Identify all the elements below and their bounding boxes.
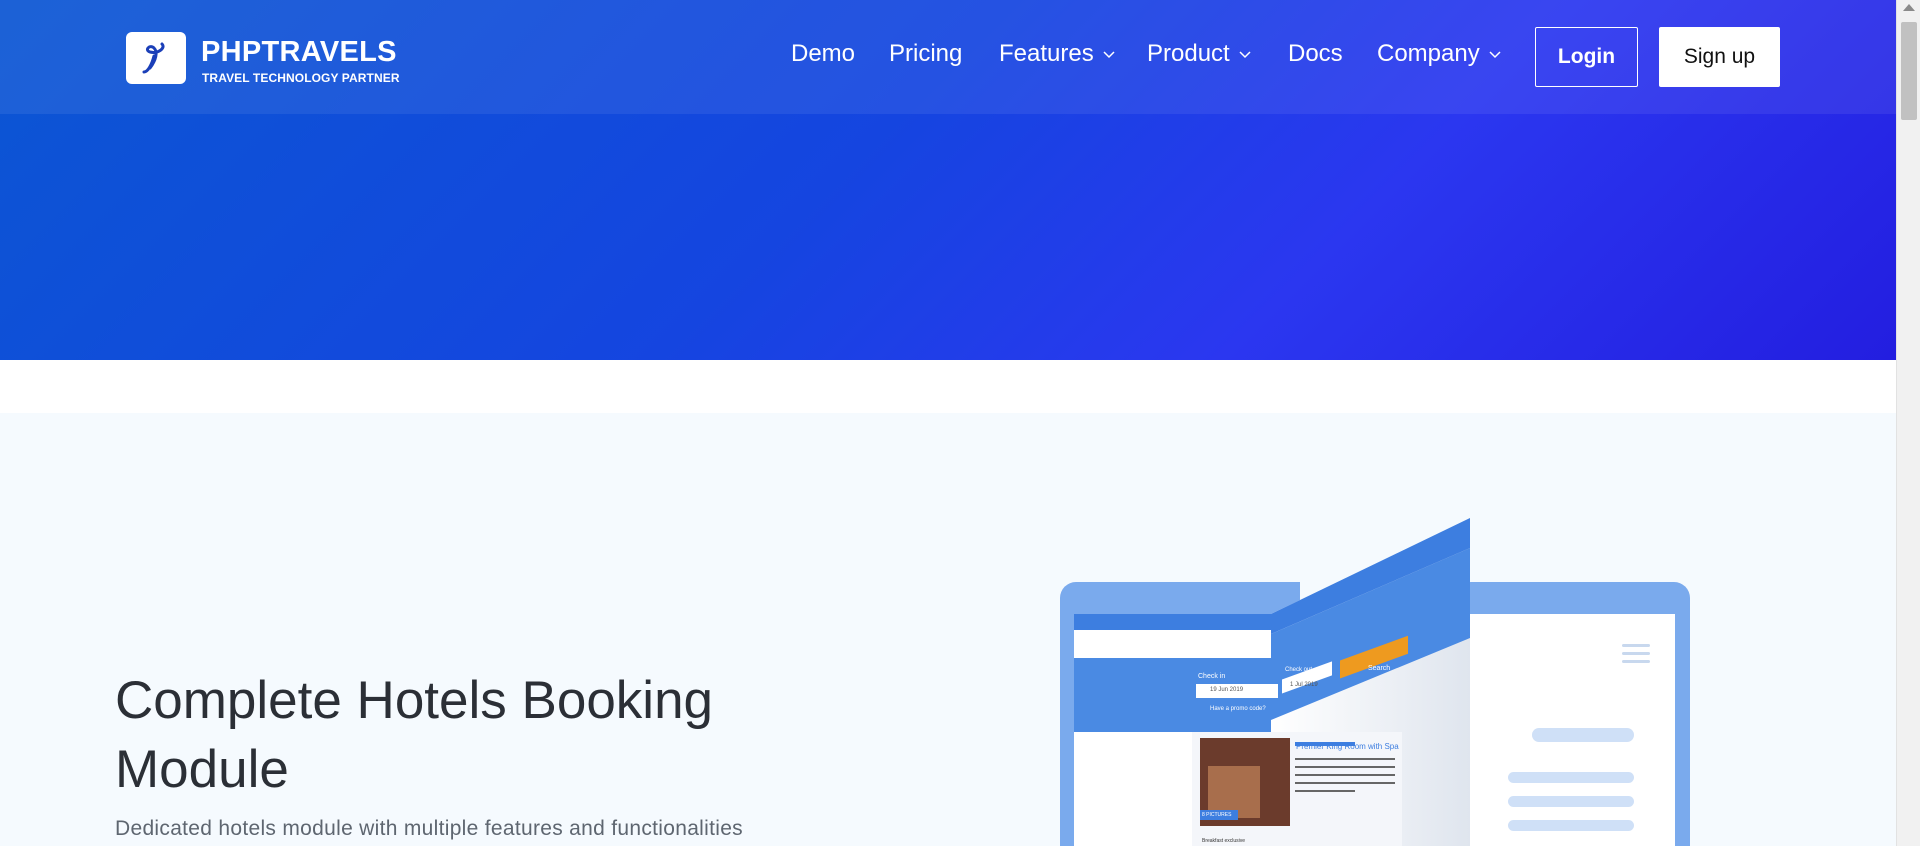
nav-demo-label: Demo	[791, 40, 856, 67]
nav-docs[interactable]: Docs	[1288, 40, 1343, 68]
checkout-label: Check out	[1285, 667, 1313, 673]
chevron-down-icon	[1103, 51, 1115, 59]
promo-code-link: Have a promo code?	[1210, 706, 1266, 712]
script-p-logo-icon	[142, 42, 165, 74]
checkout-value: 1 Jul 2019	[1290, 682, 1318, 688]
nav-pricing-label: Pricing	[889, 40, 963, 67]
booking-screen-graphic	[1074, 518, 1470, 846]
room-title: Premier King Room with Spa	[1296, 742, 1399, 751]
scroll-up-arrow-icon[interactable]	[1903, 4, 1915, 11]
login-button[interactable]: Login	[1535, 27, 1638, 87]
nav-features[interactable]: Features	[999, 40, 1116, 68]
feature-text: Breakfast exclusive	[1202, 838, 1246, 844]
nav-product[interactable]: Product	[1147, 40, 1252, 68]
nav-features-label: Features	[999, 40, 1094, 67]
pictures-badge: 8 PICTURES	[1202, 812, 1232, 818]
page-scrollbar[interactable]	[1896, 0, 1920, 846]
page-title: Complete Hotels Booking Module	[115, 671, 714, 799]
hotel-booking-illustration: Check in 19 Jun 2019 Check out 1 Jul 201…	[1050, 510, 1700, 846]
brand-tagline: TRAVEL TECHNOLOGY PARTNER	[202, 71, 400, 85]
nav-company[interactable]: Company	[1377, 40, 1502, 68]
search-button: Search	[1368, 665, 1391, 672]
checkin-label: Check in	[1198, 673, 1226, 680]
nav-company-label: Company	[1377, 40, 1480, 67]
brand-name[interactable]: PHPTRAVELS	[201, 36, 397, 69]
chevron-down-icon	[1489, 51, 1501, 59]
page-subtitle: Dedicated hotels module with multiple fe…	[115, 817, 743, 840]
scrollbar-thumb[interactable]	[1901, 22, 1917, 120]
brand-logo[interactable]	[126, 32, 186, 84]
nav-product-label: Product	[1147, 40, 1230, 67]
chevron-down-icon	[1239, 51, 1251, 59]
navbar: PHPTRAVELS TRAVEL TECHNOLOGY PARTNER Dem…	[0, 0, 1896, 114]
nav-demo[interactable]: Demo	[791, 40, 855, 68]
nav-docs-label: Docs	[1288, 40, 1343, 67]
nav-pricing[interactable]: Pricing	[889, 40, 962, 68]
signup-button[interactable]: Sign up	[1659, 27, 1780, 87]
checkin-value: 19 Jun 2019	[1210, 687, 1244, 693]
